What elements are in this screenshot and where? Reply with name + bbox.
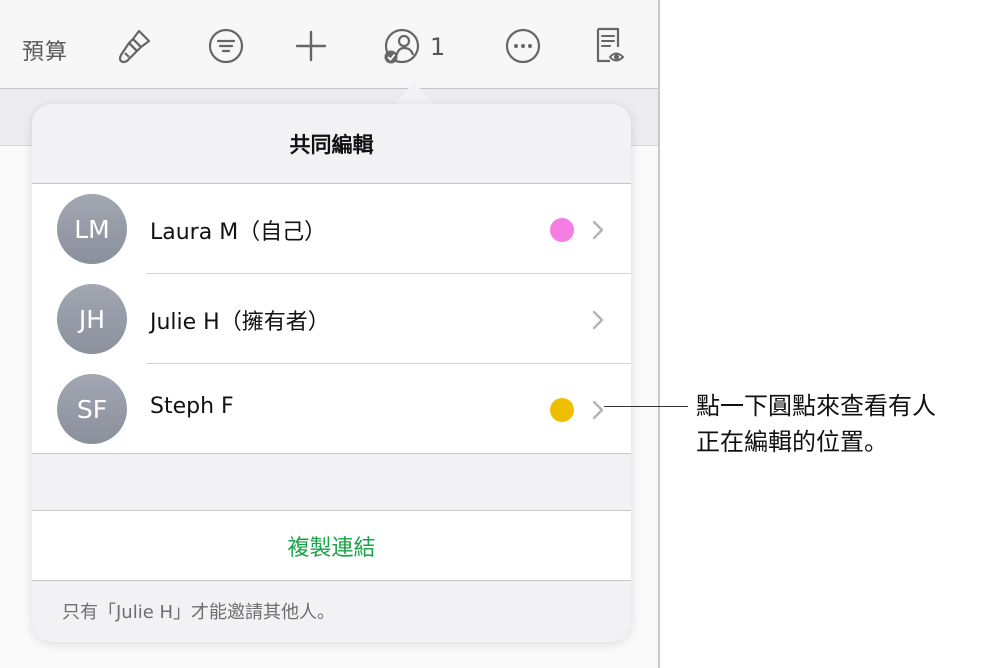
app-window: 預算 1 共同編輯 LM Laura M（自己） JH Julie H（擁有者）… <box>0 0 660 668</box>
participant-row-laura[interactable]: LM Laura M（自己） <box>32 184 631 274</box>
callout-line-2: 正在編輯的位置。 <box>696 428 888 456</box>
cursor-color-dot[interactable] <box>550 218 574 242</box>
collaborator-count: 1 <box>430 33 446 61</box>
paintbrush-icon[interactable] <box>115 26 155 66</box>
callout-line-1: 點一下圓點來查看有人 <box>696 392 936 420</box>
copy-link-button[interactable]: 複製連結 <box>32 510 631 581</box>
collaborate-icon[interactable] <box>382 26 422 66</box>
reader-view-icon[interactable] <box>589 26 629 66</box>
more-icon[interactable] <box>503 26 543 66</box>
popover-arrow <box>392 82 436 106</box>
participant-row-steph[interactable]: SF Steph F <box>32 364 631 454</box>
plus-icon[interactable] <box>291 26 331 66</box>
cursor-color-dot[interactable] <box>550 398 574 422</box>
collaboration-popover: 共同編輯 LM Laura M（自己） JH Julie H（擁有者） SF S… <box>32 104 631 642</box>
avatar: JH <box>57 284 127 354</box>
callout-line <box>604 406 688 407</box>
chevron-right-icon <box>592 400 604 420</box>
participant-name: Julie H（擁有者） <box>150 310 330 335</box>
chevron-right-icon <box>592 220 604 240</box>
participant-row-julie[interactable]: JH Julie H（擁有者） <box>32 274 631 364</box>
footer-note: 只有「Julie H」才能邀請其他人。 <box>62 602 336 623</box>
avatar: SF <box>57 374 127 444</box>
callout-text: 點一下圓點來查看有人 正在編輯的位置。 <box>696 388 982 460</box>
avatar: LM <box>57 194 127 264</box>
toolbar: 預算 1 <box>0 0 658 89</box>
chevron-right-icon <box>592 310 604 330</box>
participant-name: Steph F <box>150 394 234 419</box>
filter-icon[interactable] <box>206 26 246 66</box>
budget-title-button[interactable]: 預算 <box>22 34 68 66</box>
participant-name: Laura M（自己） <box>150 220 327 245</box>
participant-list: LM Laura M（自己） JH Julie H（擁有者） SF Steph … <box>32 184 631 454</box>
popover-title: 共同編輯 <box>32 104 631 184</box>
